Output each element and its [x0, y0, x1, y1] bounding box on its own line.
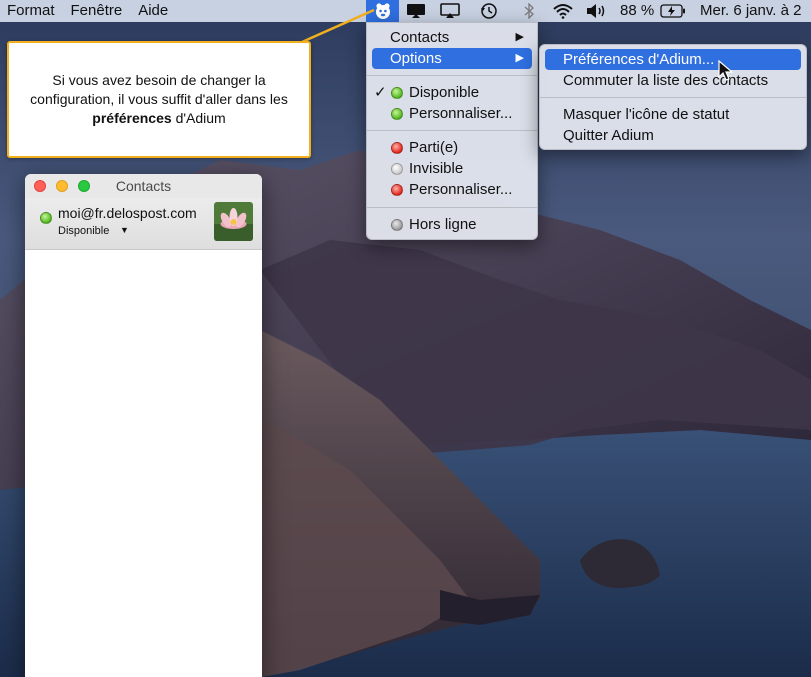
menu-bar-clock[interactable]: Mer. 6 janv. à 2 [700, 0, 801, 22]
menu-item-contacts[interactable]: Contacts ▶ [372, 27, 532, 48]
menu-item-custom-available[interactable]: Personnaliser... [372, 103, 532, 124]
menu-separator [367, 130, 537, 131]
menu-item-invisible-label: Invisible [409, 160, 464, 177]
callout-text-before: Si vous avez besoin de changer la config… [30, 72, 288, 107]
menu-item-quit-label: Quitter Adium [563, 127, 654, 144]
status-away-icon [391, 184, 403, 196]
display-icon[interactable] [404, 0, 428, 22]
status-available-icon [391, 87, 403, 99]
submenu-arrow-icon: ▶ [515, 52, 524, 64]
menu-item-custom-available-label: Personnaliser... [409, 105, 513, 122]
adium-status-menu: Contacts ▶ Options ▶ ✓ Disponible Person… [366, 22, 538, 240]
menu-item-away-label: Parti(e) [409, 139, 459, 156]
menu-bar-app-menus: Format Fenêtre Aide [0, 0, 177, 22]
avatar[interactable] [214, 202, 253, 241]
status-available-icon [40, 212, 52, 224]
menu-item-contacts-label: Contacts [390, 29, 450, 46]
status-invisible-icon [391, 163, 403, 175]
checkmark-icon: ✓ [374, 84, 387, 101]
menu-item-away[interactable]: Parti(e) [372, 137, 532, 158]
volume-icon[interactable] [584, 0, 610, 22]
status-offline-icon [391, 219, 403, 231]
menu-item-toggle-contact-list[interactable]: Commuter la liste des contacts [545, 70, 801, 91]
airplay-icon[interactable] [438, 0, 462, 22]
menu-bar: Format Fenêtre Aide 88 % Mer. 6 janv. à … [0, 0, 811, 22]
adium-icon[interactable] [366, 0, 399, 22]
menu-item-hide-status-icon-label: Masquer l'icône de statut [563, 106, 730, 123]
menu-separator [540, 97, 806, 98]
status-available-icon [391, 108, 403, 120]
menu-item-offline-label: Hors ligne [409, 216, 477, 233]
callout-text-bold: préférences [92, 110, 172, 126]
menu-item-invisible[interactable]: Invisible [372, 158, 532, 179]
status-away-icon [391, 142, 403, 154]
callout-text-after: d'Adium [175, 110, 226, 126]
menu-item-offline[interactable]: Hors ligne [372, 214, 532, 235]
menu-item-hide-status-icon[interactable]: Masquer l'icône de statut [545, 104, 801, 125]
menu-separator [367, 207, 537, 208]
menu-fenetre[interactable]: Fenêtre [64, 0, 132, 22]
account-status-selector[interactable]: Disponible [58, 225, 109, 237]
contact-list[interactable] [25, 250, 262, 677]
menu-item-available-label: Disponible [409, 84, 480, 101]
menu-aide[interactable]: Aide [131, 0, 177, 22]
battery-percentage: 88 % [620, 2, 655, 19]
menu-item-options-label: Options [390, 50, 442, 67]
menu-format[interactable]: Format [0, 0, 64, 22]
time-machine-icon[interactable] [477, 0, 501, 22]
menu-item-available[interactable]: ✓ Disponible [372, 82, 532, 103]
contacts-window: Contacts moi@fr.delospost.com Disponible… [25, 174, 262, 677]
mouse-cursor-icon [718, 60, 734, 81]
menu-item-custom-away[interactable]: Personnaliser... [372, 179, 532, 200]
chevron-down-icon[interactable]: ▼ [120, 225, 129, 235]
submenu-arrow-icon: ▶ [515, 31, 524, 43]
window-title: Contacts [115, 178, 172, 194]
menu-item-preferences-label: Préférences d'Adium... [563, 51, 715, 68]
options-submenu: Préférences d'Adium... Commuter la liste… [539, 44, 807, 150]
window-zoom-button[interactable] [78, 180, 90, 192]
wifi-icon[interactable] [551, 0, 575, 22]
menu-item-options[interactable]: Options ▶ [372, 48, 532, 69]
window-close-button[interactable] [34, 180, 46, 192]
menu-item-custom-away-label: Personnaliser... [409, 181, 513, 198]
battery-charging-icon[interactable] [659, 0, 687, 22]
menu-item-toggle-contact-list-label: Commuter la liste des contacts [563, 72, 769, 89]
account-name[interactable]: moi@fr.delospost.com [58, 205, 197, 221]
bluetooth-icon[interactable] [520, 0, 538, 22]
contacts-window-titlebar[interactable]: Contacts [25, 174, 262, 198]
menu-item-quit[interactable]: Quitter Adium [545, 125, 801, 146]
menu-separator [367, 75, 537, 76]
window-minimize-button[interactable] [56, 180, 68, 192]
account-status-bar: moi@fr.delospost.com Disponible ▼ [25, 198, 262, 250]
callout-text: Si vous avez besoin de changer la config… [23, 71, 295, 128]
tutorial-callout: Si vous avez besoin de changer la config… [7, 41, 311, 158]
menu-item-preferences[interactable]: Préférences d'Adium... [545, 49, 801, 70]
